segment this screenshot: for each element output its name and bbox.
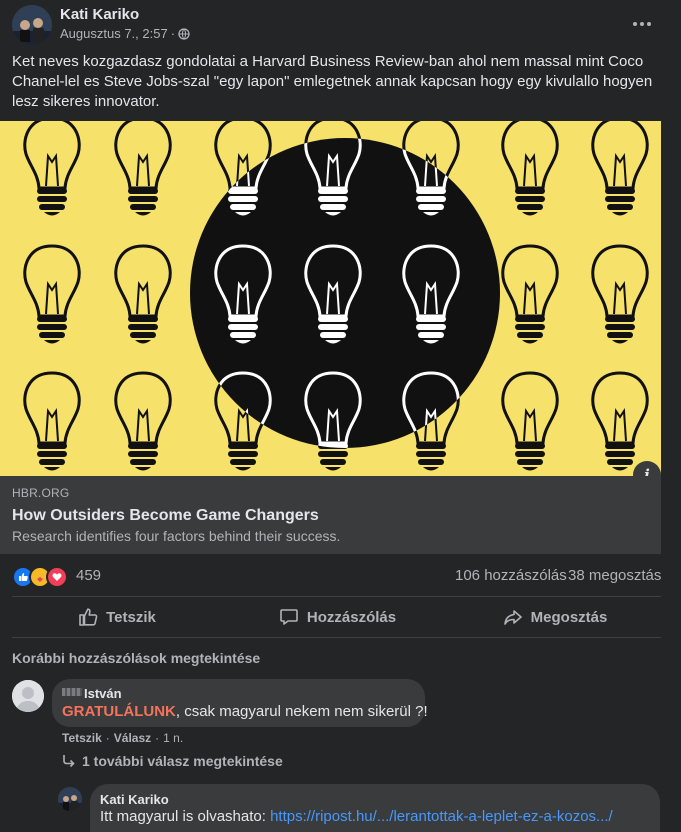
lightbulb-icon (501, 244, 559, 345)
link-title[interactable]: How Outsiders Become Game Changers (12, 507, 319, 525)
lightbulb-icon (23, 371, 81, 472)
reply-text: Itt magyarul is olvashato: https://ripos… (100, 808, 613, 825)
commenter-name[interactable]: István (84, 686, 122, 701)
divider-bottom (12, 637, 661, 638)
dot-separator-2: · (155, 731, 160, 745)
comment-button[interactable]: Hozzászólás (230, 600, 445, 634)
link-description: Research identifies four factors behind … (12, 528, 341, 544)
lightbulb-icon (114, 244, 172, 345)
lightbulb-icon (114, 121, 172, 217)
dot-separator: · (105, 731, 110, 745)
like-button[interactable]: Tetszik (12, 600, 222, 634)
reply-arrow-icon (62, 754, 76, 768)
lightbulb-icon (591, 244, 649, 345)
thumbs-up-icon (78, 607, 98, 627)
comment-highlight[interactable]: GRATULÁLUNK (62, 703, 176, 720)
link-domain: HBR.ORG (12, 486, 70, 500)
reaction-icons[interactable] (12, 566, 68, 588)
share-count[interactable]: 38 megosztás (568, 567, 661, 584)
share-label: Megosztás (530, 608, 608, 626)
reply-bubble: Kati Kariko Itt magyarul is olvashato: h… (90, 784, 660, 832)
view-previous-comments[interactable]: Korábbi hozzászólások megtekintése (12, 650, 260, 666)
reply-author-name[interactable]: Kati Kariko (100, 792, 169, 807)
love-reaction-icon (46, 566, 68, 588)
globe-icon (178, 27, 190, 40)
blurred-name-icon (62, 688, 82, 696)
lightbulb-icon (591, 121, 649, 217)
lightbulb-icon (501, 371, 559, 472)
reply-body: Itt magyarul is olvashato: (100, 808, 271, 825)
post-meta: Augusztus 7., 2:57 · (60, 26, 190, 41)
post-time[interactable]: Augusztus 7., 2:57 (60, 26, 168, 41)
lightbulb-icon (591, 371, 649, 472)
comment-label: Hozzászólás (306, 608, 397, 626)
divider-top (12, 596, 661, 597)
more-options-icon[interactable] (630, 12, 654, 36)
lightbulb-icon (23, 121, 81, 217)
lightbulb-icon (114, 371, 172, 472)
commenter-avatar[interactable] (12, 680, 44, 712)
comment-actions: Tetszik · Válasz · 1 n. (62, 731, 183, 745)
comment-body: , csak magyarul nekem nem sikerül ?! (175, 703, 428, 720)
lightbulbs-illustration (23, 121, 649, 472)
lightbulb-icon (23, 244, 81, 345)
meta-dot: · (170, 26, 176, 41)
comment-time[interactable]: 1 n. (163, 731, 183, 745)
more-replies[interactable]: 1 további válasz megtekintése (62, 753, 283, 769)
share-icon (503, 607, 523, 627)
comment-count[interactable]: 106 hozzászólás (455, 567, 567, 584)
post-text: Ket neves kozgazdasz gondolatai a Harvar… (12, 53, 653, 110)
like-label: Tetszik (106, 608, 156, 626)
comment-bubble: István GRATULÁLUNK, csak magyarul nekem … (52, 679, 428, 727)
comment-like-link[interactable]: Tetszik (62, 731, 102, 745)
comment-reply-link[interactable]: Válasz (114, 731, 151, 745)
reaction-count[interactable]: 459 (76, 567, 101, 584)
lightbulb-icon (501, 121, 559, 217)
link-image[interactable] (0, 121, 661, 476)
author-name[interactable]: Kati Kariko (60, 6, 139, 23)
comment-text: GRATULÁLUNK, csak magyarul nekem nem sik… (62, 703, 428, 720)
comment-icon (279, 607, 299, 627)
share-button[interactable]: Megosztás (450, 600, 660, 634)
link-preview[interactable]: HBR.ORG How Outsiders Become Game Change… (0, 476, 661, 554)
reply-link[interactable]: https://ripost.hu/.../lerantottak-a-lepl… (270, 808, 613, 825)
more-replies-label: 1 további válasz megtekintése (82, 753, 283, 769)
author-avatar[interactable] (12, 5, 52, 45)
reply-author-avatar[interactable] (58, 787, 82, 811)
